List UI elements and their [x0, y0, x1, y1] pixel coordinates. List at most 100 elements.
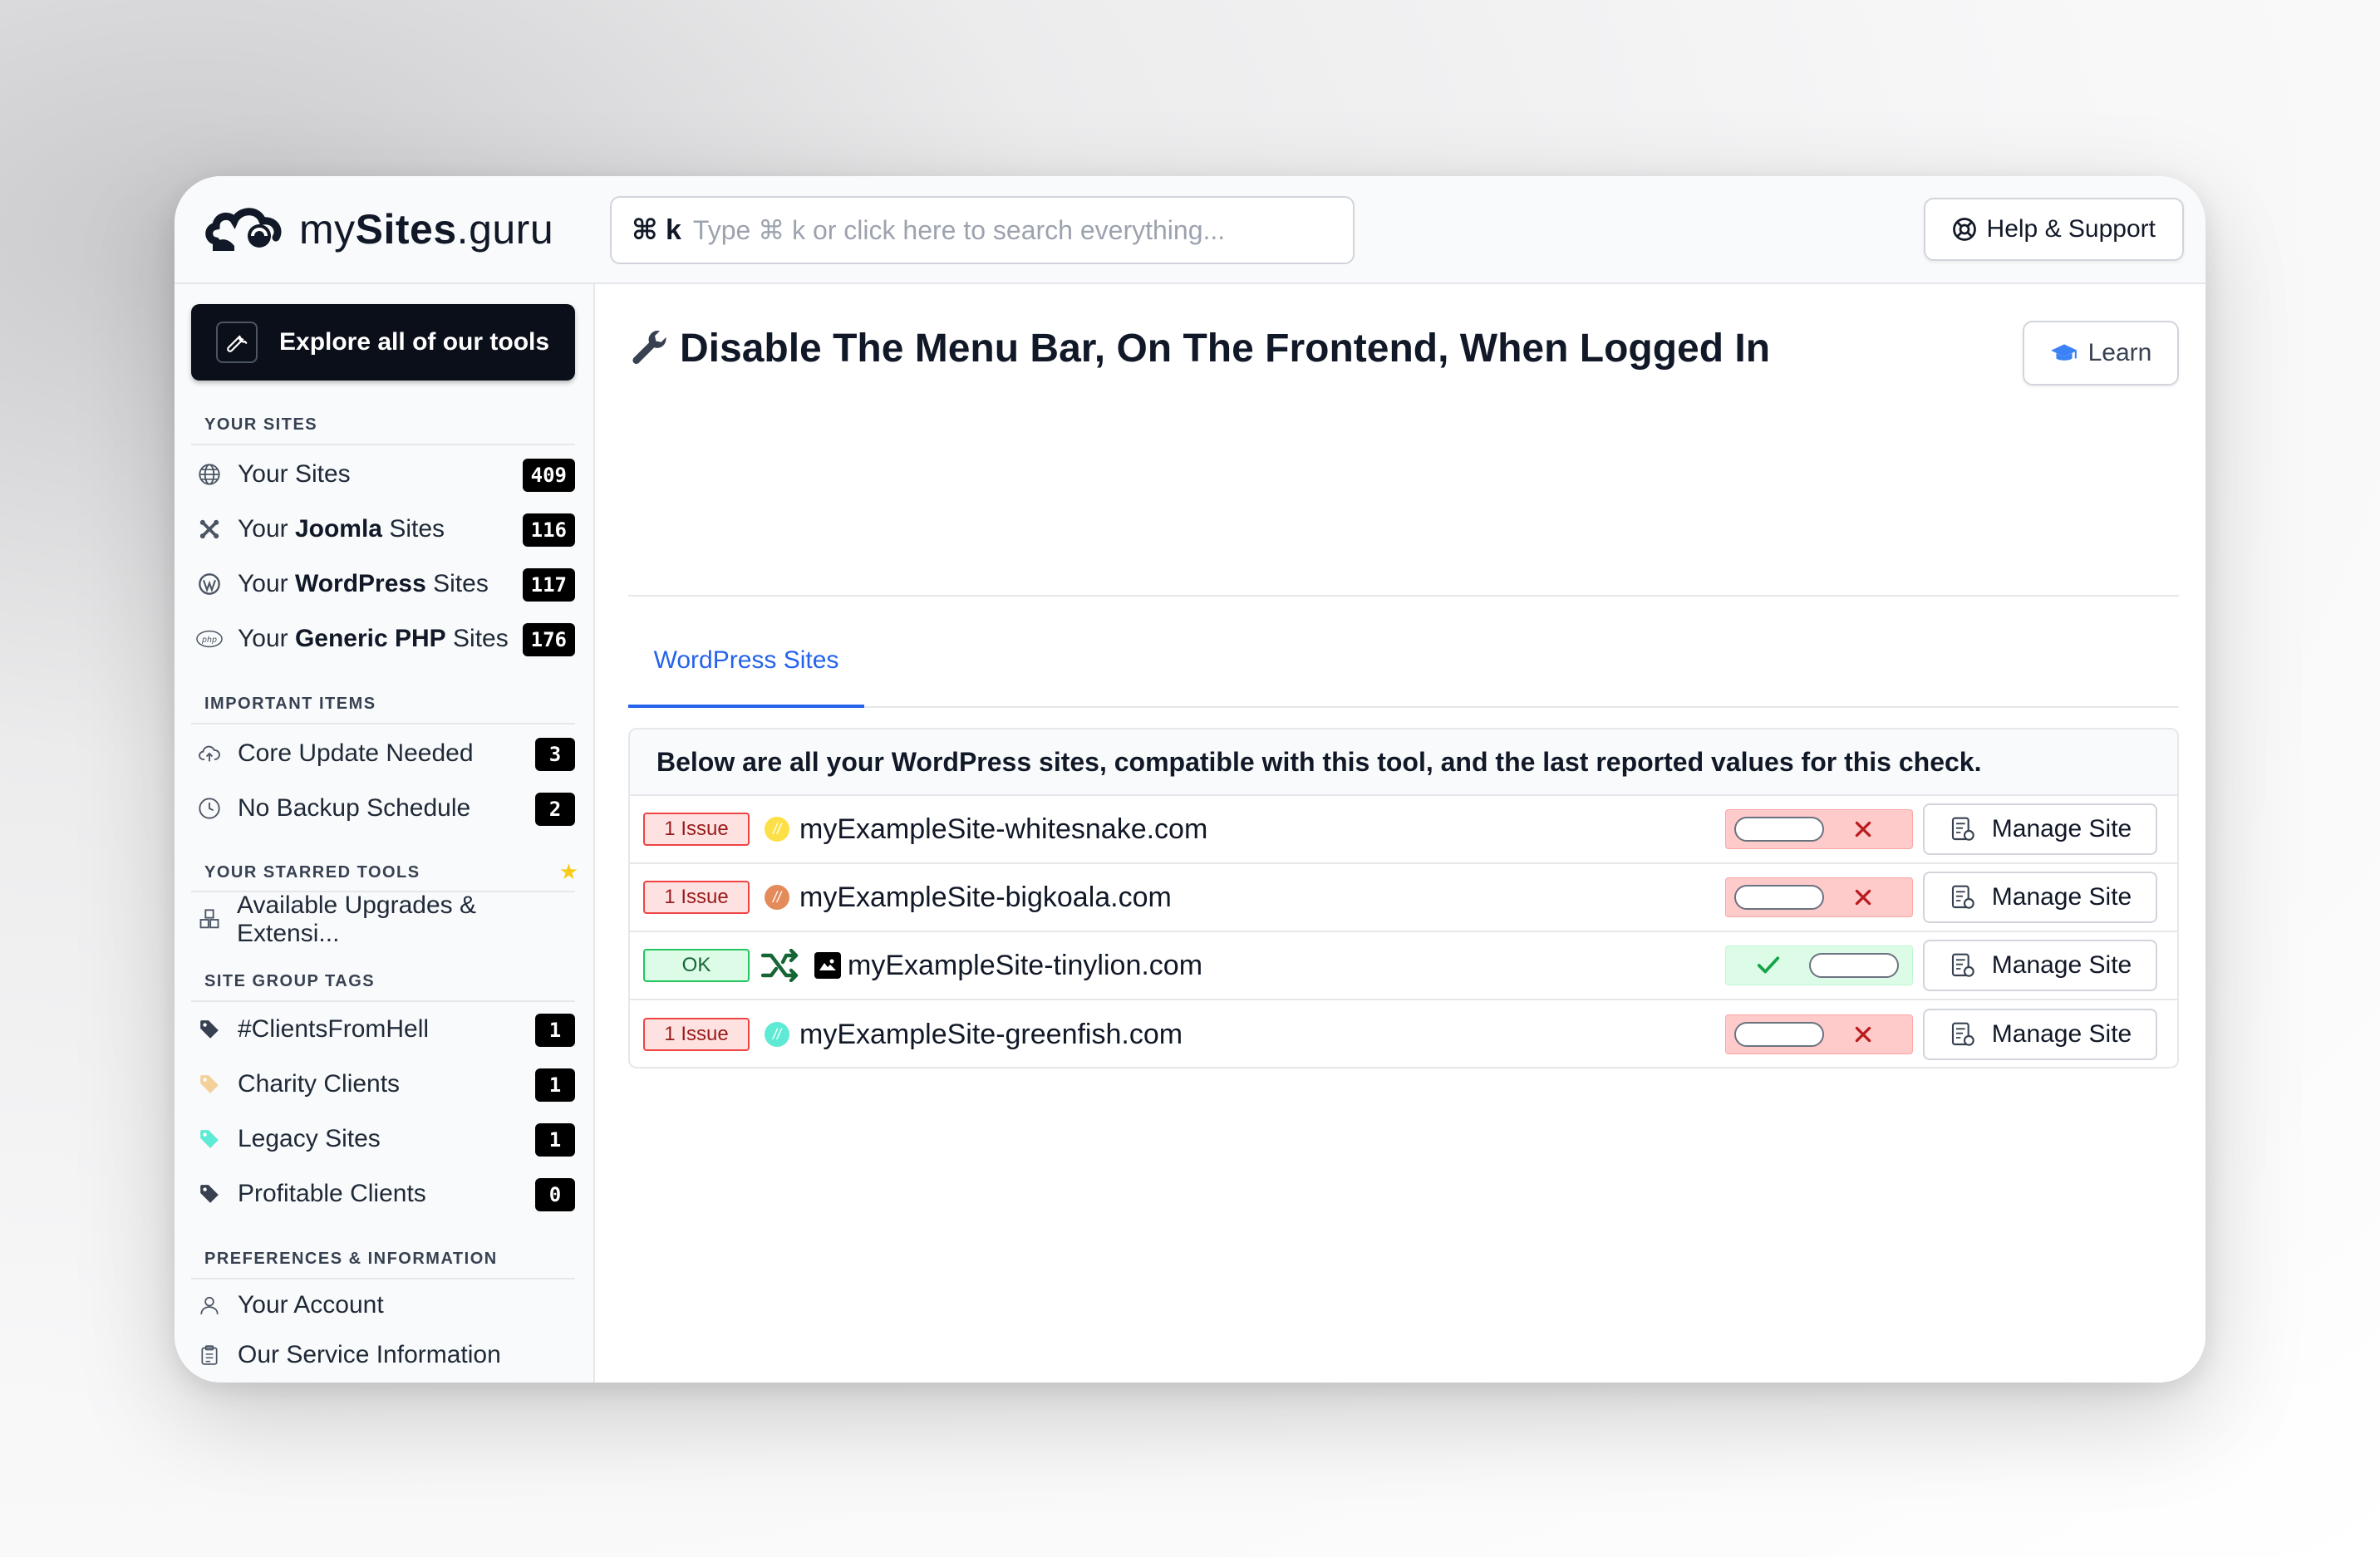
manage-site-icon [1951, 885, 1974, 909]
tab-wordpress-sites[interactable]: WordPress Sites [628, 646, 864, 675]
section-title-tags: SITE GROUP TAGS [204, 972, 376, 990]
divider [191, 1000, 575, 1002]
setting-toggle[interactable] [1725, 945, 1913, 985]
clipboard-icon [196, 1342, 223, 1368]
manage-site-label: Manage Site [1991, 815, 2132, 842]
panel-heading: Below are all your WordPress sites, comp… [630, 729, 2177, 796]
toggle-switch[interactable] [1809, 953, 1899, 978]
globe-icon [196, 461, 223, 488]
app-window: mySites.guru ⌘ k Type ⌘ k or click here … [175, 176, 2205, 1383]
divider [191, 1278, 575, 1279]
setting-toggle[interactable] [1725, 1014, 1913, 1054]
status-badge: 1 Issue [643, 881, 750, 914]
help-support-label: Help & Support [1986, 215, 2156, 243]
graduation-cap-icon [2050, 344, 2078, 361]
sidebar-item-label: Our Service Information [238, 1341, 501, 1368]
table-row: 1 Issue // myExampleSite-bigkoala.com Ma… [630, 864, 2177, 932]
toggle-switch[interactable] [1734, 1022, 1824, 1047]
sidebar-item-your-account[interactable]: Your Account [191, 1284, 575, 1326]
tag-icon [196, 1181, 223, 1207]
sidebar-item-label: Legacy Sites [238, 1125, 381, 1152]
sidebar-item-label: Your Account [238, 1291, 384, 1319]
tag-icon [196, 1071, 223, 1098]
site-favicon-icon: // [765, 885, 789, 910]
sidebar-item-tag-profitable[interactable]: Profitable Clients 0 [191, 1173, 575, 1215]
sidebar-item-php-sites[interactable]: php Your Generic PHP Sites 176 [191, 618, 575, 660]
manage-site-button[interactable]: Manage Site [1923, 872, 2157, 923]
cross-icon [1855, 821, 1871, 837]
sidebar-item-label: No Backup Schedule [238, 794, 471, 822]
sidebar-item-service-info[interactable]: Our Service Information [191, 1334, 575, 1376]
section-title-important: IMPORTANT ITEMS [204, 695, 376, 713]
setting-toggle[interactable] [1725, 877, 1913, 917]
lifebuoy-icon [1952, 218, 1976, 241]
wrench-icon [632, 330, 666, 364]
status-badge: 1 Issue [643, 813, 750, 846]
clock-icon [196, 795, 223, 822]
search-placeholder: Type ⌘ k or click here to search everyth… [692, 215, 1226, 245]
status-badge: 1 Issue [643, 1018, 750, 1051]
count-badge: 116 [522, 513, 575, 547]
manage-site-button[interactable]: Manage Site [1923, 940, 2157, 991]
sidebar-item-tag-legacy[interactable]: Legacy Sites 1 [191, 1118, 575, 1160]
count-badge: 409 [522, 459, 575, 492]
status-badge: OK [643, 949, 750, 982]
sidebar-item-tag-charity[interactable]: Charity Clients 1 [191, 1063, 575, 1105]
user-icon [196, 1292, 223, 1319]
count-badge: 1 [535, 1123, 575, 1157]
section-title-your-sites: YOUR SITES [204, 415, 318, 434]
svg-text:php: php [201, 636, 217, 645]
count-badge: 3 [535, 738, 575, 771]
top-header: mySites.guru ⌘ k Type ⌘ k or click here … [175, 176, 2205, 284]
logo[interactable]: mySites.guru [204, 203, 553, 256]
sidebar-item-joomla-sites[interactable]: Your Joomla Sites 116 [191, 508, 575, 550]
sidebar-item-label: Available Upgrades & Extensi... [237, 891, 476, 947]
count-badge: 0 [535, 1178, 575, 1211]
toggle-switch[interactable] [1734, 885, 1824, 910]
count-badge: 2 [535, 793, 575, 826]
site-name[interactable]: myExampleSite-tinylion.com [848, 950, 1202, 982]
manage-site-button[interactable]: Manage Site [1923, 803, 2157, 855]
explore-label: Explore all of our tools [279, 328, 550, 356]
divider [191, 723, 575, 724]
search-input[interactable]: ⌘ k Type ⌘ k or click here to search eve… [610, 196, 1355, 264]
count-badge: 1 [535, 1014, 575, 1047]
sidebar-item-label: Profitable Clients [238, 1180, 426, 1207]
main-content: Disable The Menu Bar, On The Frontend, W… [595, 284, 2205, 1383]
site-favicon-icon: // [765, 817, 789, 842]
setting-toggle[interactable] [1725, 809, 1913, 849]
divider [191, 444, 575, 445]
cubes-icon [196, 906, 222, 933]
sidebar-item-label: Core Update Needed [238, 739, 474, 767]
site-favicon-icon [814, 952, 841, 979]
site-name[interactable]: myExampleSite-whitesnake.com [799, 813, 1207, 846]
star-icon: ★ [558, 859, 578, 884]
section-title-prefs: PREFERENCES & INFORMATION [204, 1250, 498, 1268]
joomla-icon [196, 516, 223, 543]
explore-tools-button[interactable]: Explore all of our tools [191, 304, 575, 381]
cross-icon [1855, 1026, 1871, 1043]
sidebar-item-no-backup[interactable]: No Backup Schedule 2 [191, 788, 575, 829]
sidebar-item-wordpress-sites[interactable]: Your WordPress Sites 117 [191, 563, 575, 605]
sidebar-item-label: Your Sites [238, 460, 351, 488]
manage-site-button[interactable]: Manage Site [1923, 1009, 2157, 1060]
toggle-switch[interactable] [1734, 817, 1824, 842]
help-support-button[interactable]: Help & Support [1923, 198, 2184, 261]
cross-icon [1855, 889, 1871, 906]
site-name[interactable]: myExampleSite-greenfish.com [799, 1019, 1183, 1051]
search-shortcut: ⌘ k [632, 214, 681, 246]
sidebar-item-label: Your Joomla Sites [238, 515, 445, 543]
sidebar-item-available-upgrades[interactable]: Available Upgrades & Extensi... [191, 891, 575, 947]
php-icon: php [196, 626, 223, 652]
sidebar-item-label: #ClientsFromHell [238, 1015, 430, 1043]
site-name[interactable]: myExampleSite-bigkoala.com [799, 882, 1172, 914]
manage-site-label: Manage Site [1991, 1020, 2132, 1048]
sidebar: Explore all of our tools YOUR SITES Your… [175, 284, 595, 1383]
manage-site-icon [1951, 1022, 1974, 1046]
cloud-logo-icon [205, 208, 282, 251]
sidebar-item-your-sites[interactable]: Your Sites 409 [191, 454, 575, 495]
sidebar-item-core-update[interactable]: Core Update Needed 3 [191, 733, 575, 774]
site-favicon-icon: // [765, 1022, 789, 1047]
sidebar-item-tag-clientsfromhell[interactable]: #ClientsFromHell 1 [191, 1009, 575, 1050]
learn-button[interactable]: Learn [2023, 321, 2179, 386]
